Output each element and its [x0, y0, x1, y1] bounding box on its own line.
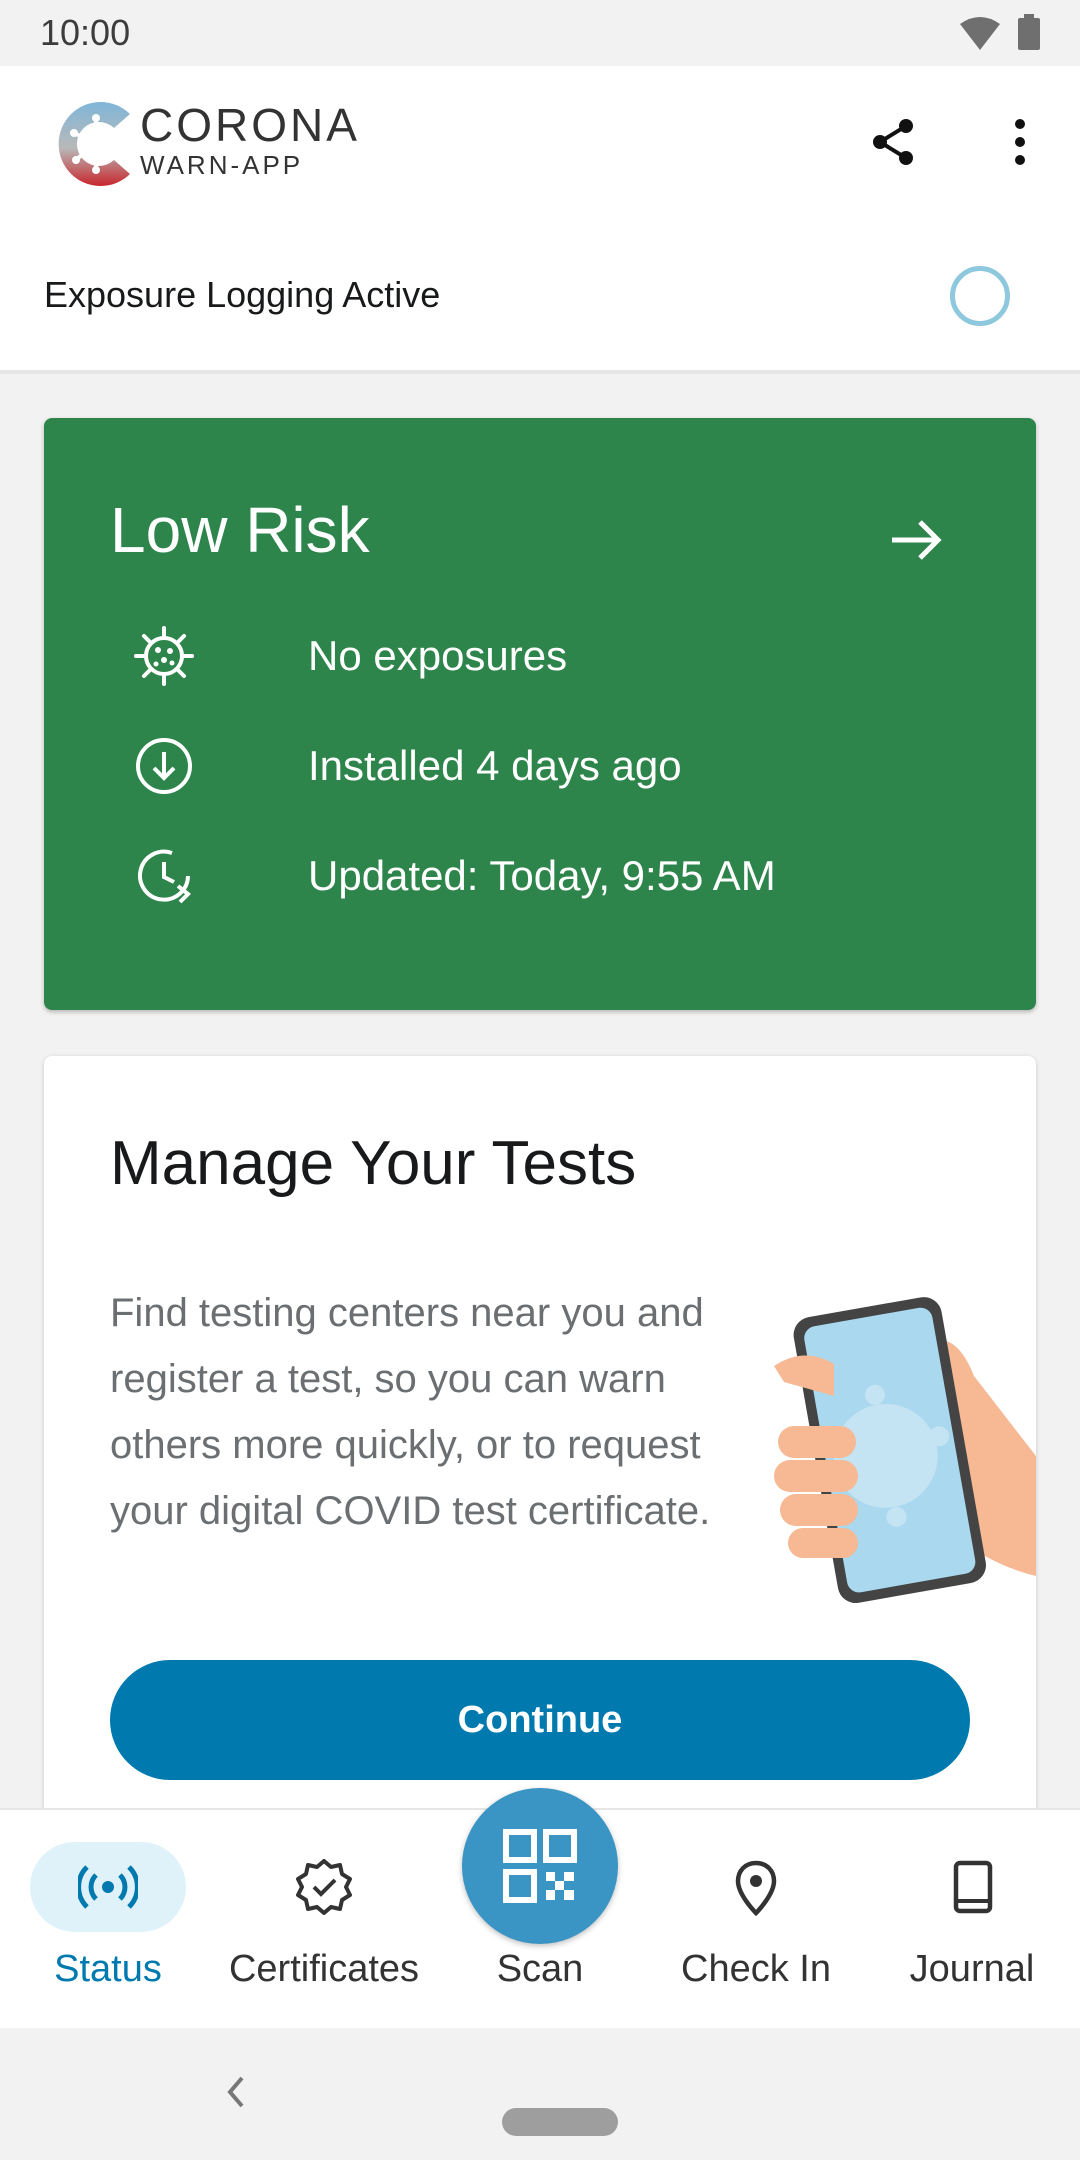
tests-body: Find testing centers near you and regist… [110, 1291, 711, 1533]
nav-icon-wrap [246, 1842, 402, 1932]
battery-icon [1018, 14, 1040, 55]
nav-label: Journal [909, 1948, 1035, 1990]
risk-item-updated: Updated: Today, 9:55 AM [132, 844, 992, 904]
hand-holding-phone-illustration [764, 1286, 1036, 1616]
nav-label: Scan [496, 1948, 584, 1990]
certificate-badge-icon [296, 1859, 352, 1915]
risk-item-text: Installed 4 days ago [308, 742, 682, 789]
nav-label: Check In [681, 1948, 831, 1990]
risk-item-text: No exposures [308, 632, 568, 679]
app-header: CORONA WARN-APP Exposure Logging Active [0, 66, 1080, 374]
nav-item-certificates[interactable]: Certificates [216, 1810, 432, 2030]
nav-label: Status [54, 1948, 162, 1990]
logo-subtitle: WARN-APP [140, 150, 304, 180]
main-content[interactable]: Low Risk No exposures Installed 4 days a… [0, 374, 1080, 1808]
continue-button[interactable]: Continue [110, 1660, 970, 1780]
status-time: 10:00 [40, 12, 131, 53]
logo-title: CORONA [140, 99, 360, 151]
risk-item-text: Updated: Today, 9:55 AM [308, 852, 776, 899]
arrow-right-icon[interactable] [886, 510, 946, 570]
exposure-logging-row[interactable]: Exposure Logging Active [0, 266, 1080, 370]
logo-wordmark: CORONA WARN-APP [140, 100, 360, 182]
nav-label: Certificates [228, 1948, 420, 1990]
nav-item-scan[interactable]: Scan [432, 1788, 648, 2030]
tests-title: Manage Your Tests [110, 1129, 637, 1198]
status-broadcast-icon [78, 1865, 138, 1909]
risk-title: Low Risk [110, 494, 370, 566]
update-clock-icon [132, 844, 196, 908]
corona-logo-icon [44, 92, 148, 196]
nav-item-journal[interactable]: Journal [864, 1810, 1080, 2030]
nav-icon-wrap [678, 1842, 834, 1932]
bottom-navigation: Status Certificates Scan Check In Journa… [0, 1788, 1080, 2030]
nav-icon-wrap [894, 1842, 1050, 1932]
more-vert-icon[interactable] [1000, 116, 1040, 168]
nav-item-check-in[interactable]: Check In [648, 1810, 864, 2030]
exposure-logging-label: Exposure Logging Active [44, 274, 441, 315]
location-pin-icon [735, 1860, 777, 1917]
qr-code-icon [503, 1829, 577, 1903]
system-navigation-bar [0, 2028, 1080, 2160]
nav-active-indicator [30, 1842, 186, 1932]
virus-icon [132, 624, 196, 688]
scan-fab-button[interactable] [462, 1788, 618, 1944]
manage-tests-card: Manage Your Tests Find testing centers n… [44, 1056, 1036, 1808]
risk-item-installed: Installed 4 days ago [132, 734, 992, 794]
home-pill[interactable] [502, 2108, 618, 2136]
wifi-icon [958, 16, 1002, 57]
journal-book-icon [953, 1860, 993, 1914]
share-icon[interactable] [868, 116, 920, 168]
risk-item-exposures: No exposures [132, 624, 992, 686]
download-icon [132, 734, 196, 798]
risk-card[interactable]: Low Risk No exposures Installed 4 days a… [44, 418, 1036, 1010]
status-bar: 10:00 [0, 0, 1080, 66]
exposure-status-ring-icon [950, 266, 1010, 326]
back-chevron-icon[interactable] [218, 2068, 254, 2116]
nav-item-status[interactable]: Status [0, 1810, 216, 2030]
